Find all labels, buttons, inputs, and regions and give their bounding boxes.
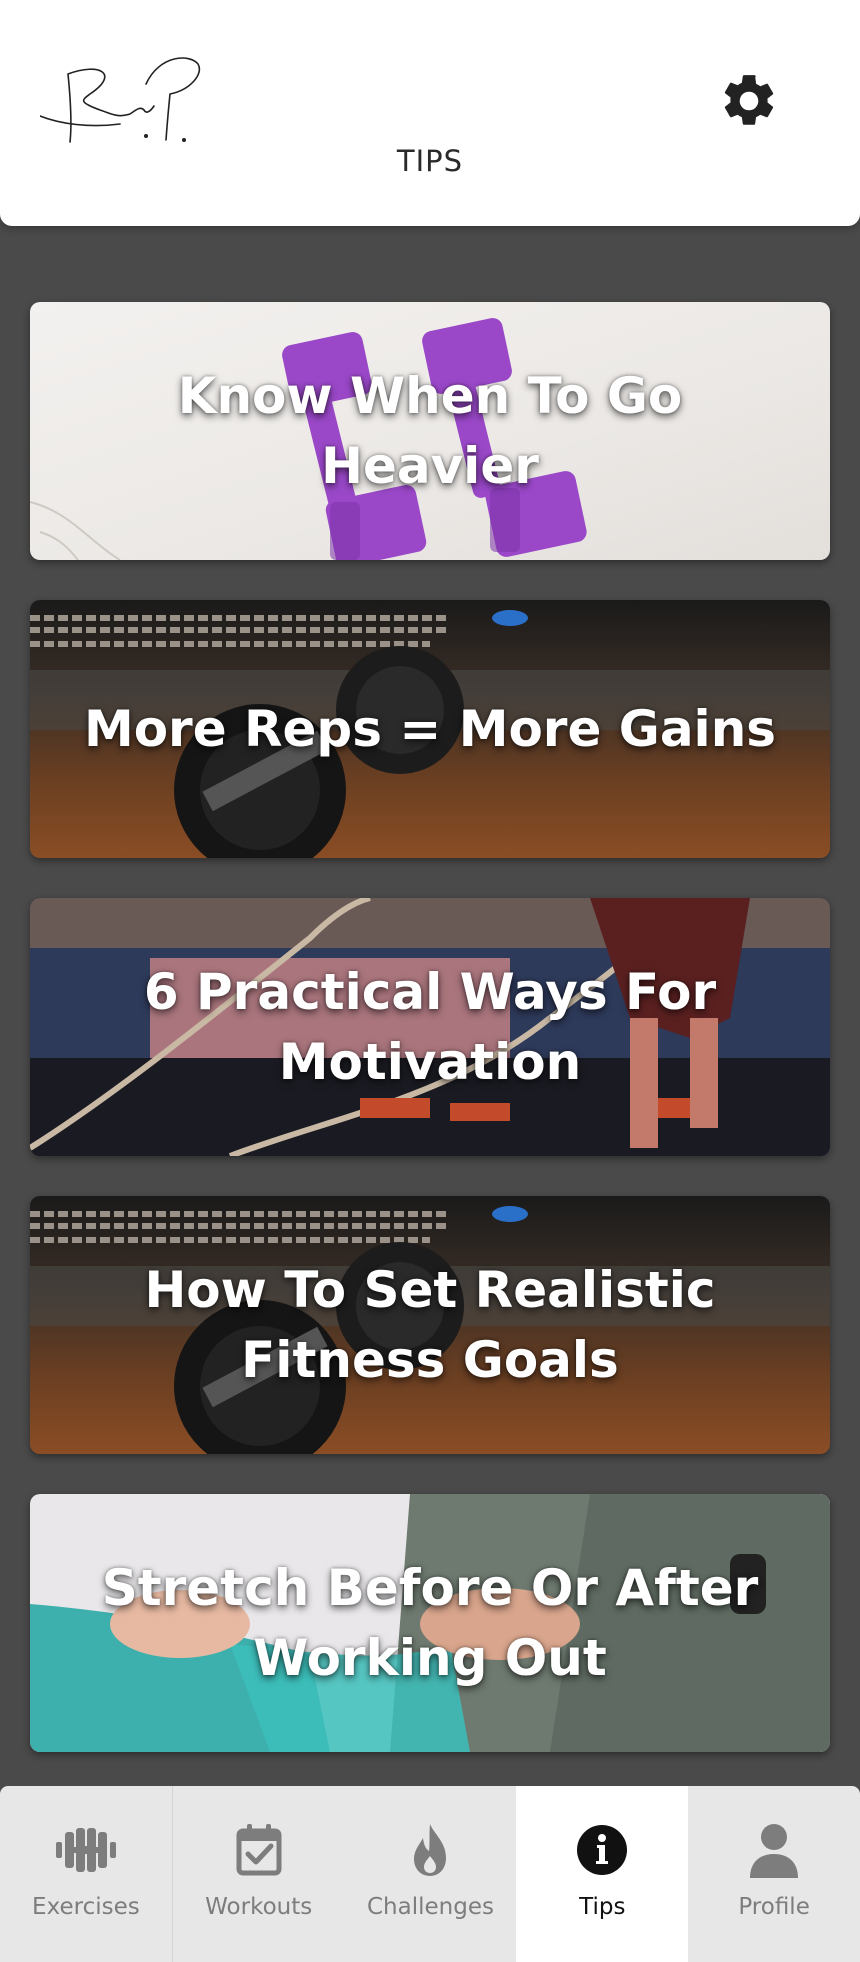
dumbbell-icon [55,1828,116,1872]
tips-list: Know When To Go Heavier More Reps = More… [30,302,830,1792]
tip-card[interactable]: Know When To Go Heavier [30,302,830,560]
nav-label: Profile [738,1894,810,1920]
nav-label: Tips [579,1894,626,1920]
page-title: TIPS [396,144,464,178]
tip-title: How To Set Realistic Fitness Goals [144,1261,716,1389]
nav-item-workouts[interactable]: Workouts [173,1786,345,1962]
tip-title: 6 Practical Ways For Motivation [143,963,717,1091]
signature-logo [40,57,201,143]
tip-title: Stretch Before Or After Working Out [101,1559,759,1687]
nav-label: Exercises [32,1894,140,1920]
person-icon [750,1824,799,1878]
tip-card[interactable]: More Reps = More Gains [30,600,830,858]
nav-item-profile[interactable]: Profile [688,1786,860,1962]
info-icon [577,1825,628,1875]
nav-label: Workouts [205,1894,313,1920]
tip-card[interactable]: How To Set Realistic Fitness Goals [30,1196,830,1454]
nav-label: Challenges [367,1894,494,1920]
tip-card[interactable]: 6 Practical Ways For Motivation [30,898,830,1156]
gear-icon[interactable] [718,70,780,132]
flame-icon [414,1824,447,1876]
nav-item-exercises[interactable]: Exercises [0,1786,173,1962]
calendar-check-icon [236,1824,282,1876]
app-header: TIPS [0,0,860,226]
nav-item-tips[interactable]: Tips [516,1786,689,1962]
nav-item-challenges[interactable]: Challenges [345,1786,517,1962]
tip-title: Know When To Go Heavier [177,367,683,495]
tip-card[interactable]: Stretch Before Or After Working Out [30,1494,830,1752]
bottom-nav: Exercises Workouts Challenges Tips Profi… [0,1786,860,1962]
tip-title: More Reps = More Gains [83,700,777,758]
